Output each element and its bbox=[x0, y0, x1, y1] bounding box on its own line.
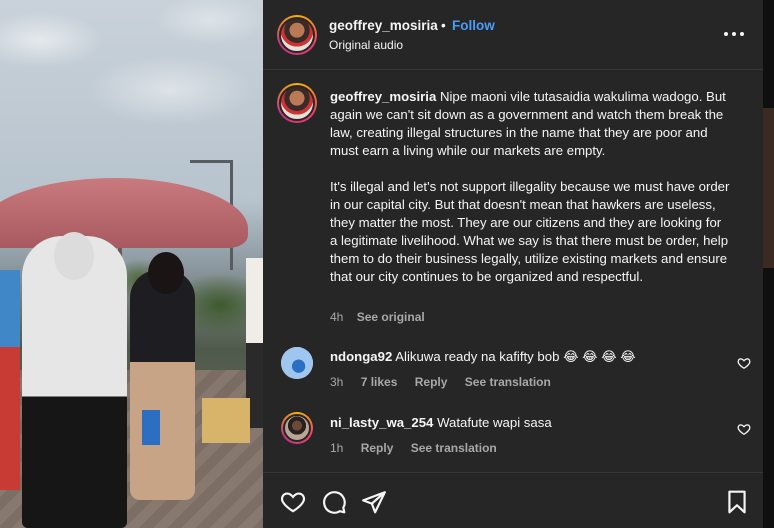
author-avatar[interactable] bbox=[277, 15, 317, 55]
caption-meta: 4h See original bbox=[330, 310, 435, 324]
more-options-icon[interactable] bbox=[723, 24, 749, 44]
comment-reply-button[interactable]: Reply bbox=[415, 375, 448, 389]
see-original-button[interactable]: See original bbox=[357, 310, 425, 324]
comment-avatar[interactable] bbox=[281, 412, 313, 444]
video-person-woman bbox=[130, 270, 195, 500]
video-person-head bbox=[148, 252, 184, 294]
post-details-panel: geoffrey_mosiria • Follow Original audio… bbox=[263, 0, 763, 528]
heart-icon[interactable] bbox=[280, 489, 306, 515]
video-person-hood bbox=[54, 232, 94, 280]
comment-username[interactable]: ni_lasty_wa_254 bbox=[330, 415, 433, 430]
comment-likes[interactable]: 7 likes bbox=[361, 375, 398, 389]
post-video[interactable] bbox=[0, 0, 263, 528]
author-username[interactable]: geoffrey_mosiria bbox=[329, 18, 438, 33]
share-icon[interactable] bbox=[361, 489, 387, 515]
video-lamp-arm bbox=[190, 160, 233, 163]
caption-username[interactable]: geoffrey_mosiria bbox=[330, 89, 436, 104]
post-header: geoffrey_mosiria • Follow Original audio bbox=[263, 0, 763, 70]
video-box bbox=[202, 398, 250, 443]
comment-icon[interactable] bbox=[321, 489, 347, 515]
caption-time: 4h bbox=[330, 310, 344, 324]
original-audio-link[interactable]: Original audio bbox=[329, 38, 403, 52]
comment-item: ni_lasty_wa_254 Watafute wapi sasa bbox=[330, 415, 552, 430]
follow-button[interactable]: Follow bbox=[452, 18, 495, 33]
header-separator: • bbox=[441, 18, 446, 33]
video-bucket bbox=[142, 410, 160, 445]
background-page-edge bbox=[763, 0, 774, 528]
comment-time: 3h bbox=[330, 375, 344, 389]
video-person-left bbox=[0, 270, 20, 490]
comment-like-heart-icon[interactable] bbox=[737, 422, 751, 436]
comment-see-translation[interactable]: See translation bbox=[411, 441, 497, 455]
comment-item: ndonga92 Alikuwa ready na kafifty bob 😂 … bbox=[330, 349, 636, 365]
comment-meta: 1h Reply See translation bbox=[330, 441, 511, 455]
caption-paragraph-2: It's illegal and let's not support illeg… bbox=[330, 179, 730, 284]
comment-text: Alikuwa ready na kafifty bob 😂 😂 😂 😂 bbox=[395, 349, 636, 364]
comment-text: Watafute wapi sasa bbox=[437, 415, 552, 430]
caption-author-avatar[interactable] bbox=[277, 83, 317, 123]
bookmark-icon[interactable] bbox=[724, 489, 750, 515]
comment-see-translation[interactable]: See translation bbox=[465, 375, 551, 389]
comment-like-heart-icon[interactable] bbox=[737, 356, 751, 370]
comment-time: 1h bbox=[330, 441, 344, 455]
post-caption: geoffrey_mosiria Nipe maoni vile tutasai… bbox=[330, 88, 730, 304]
comment-avatar[interactable] bbox=[281, 347, 313, 379]
post-actions-bar bbox=[263, 472, 763, 528]
comment-reply-button[interactable]: Reply bbox=[361, 441, 394, 455]
comment-meta: 3h 7 likes Reply See translation bbox=[330, 375, 565, 389]
comment-username[interactable]: ndonga92 bbox=[330, 349, 392, 364]
